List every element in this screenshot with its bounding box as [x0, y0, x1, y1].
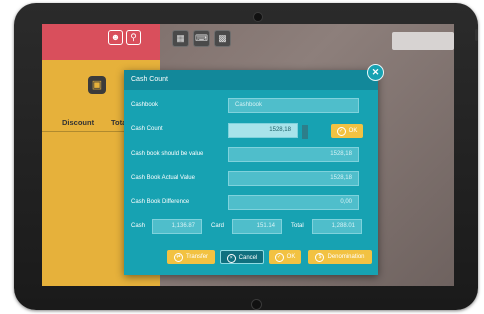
- search-icon[interactable]: ⚲: [126, 30, 141, 45]
- dialog-title: Cash Count: [124, 70, 378, 90]
- denomination-button[interactable]: $ Denomination: [308, 250, 372, 264]
- top-search-field[interactable]: [392, 32, 454, 50]
- actual-value-label: Cash Book Actual Value: [131, 175, 195, 181]
- cashbook-select[interactable]: Cashbook: [228, 98, 359, 113]
- difference-value: 0,00: [228, 195, 359, 210]
- cancel-button[interactable]: × Cancel: [220, 250, 264, 264]
- transfer-icon: ⇄: [173, 252, 183, 262]
- total-value: 1,288.01: [312, 219, 362, 234]
- difference-label: Cash Book Difference: [131, 199, 190, 205]
- transfer-button[interactable]: ⇄ Transfer: [167, 250, 215, 264]
- discount-column-header: Discount: [62, 118, 95, 127]
- cash-count-label: Cash Count: [131, 126, 163, 132]
- card-value: 151.14: [232, 219, 282, 234]
- camera: [253, 12, 263, 22]
- check-icon: ✓: [336, 126, 346, 136]
- total-label: Total: [291, 223, 304, 229]
- keyboard-icon[interactable]: ⌨: [193, 30, 210, 47]
- user-icon[interactable]: ☻: [108, 30, 123, 45]
- cash-count-ok-button[interactable]: ✓ OK: [331, 124, 363, 138]
- cash-label: Cash: [131, 223, 146, 229]
- close-icon[interactable]: ✕: [367, 64, 384, 81]
- clipboard-icon[interactable]: ▦: [172, 30, 189, 47]
- top-left-bar: ☻ ⚲: [42, 24, 160, 60]
- actual-value: 1528,18: [228, 171, 359, 186]
- register-icon[interactable]: ▣: [88, 76, 106, 94]
- input-indicator: [302, 125, 308, 139]
- should-be-label: Cash book should be value: [131, 151, 204, 157]
- check-icon: ✓: [274, 252, 284, 262]
- card-label: Card: [211, 223, 225, 229]
- cash-value: 1,136.87: [152, 219, 202, 234]
- ok-button[interactable]: ✓ OK: [269, 250, 301, 264]
- side-button: [475, 29, 478, 41]
- cancel-icon: ×: [226, 253, 236, 263]
- should-be-value: 1528,18: [228, 147, 359, 162]
- money-icon: $: [315, 252, 325, 262]
- cash-count-input[interactable]: 1528,18: [228, 123, 298, 138]
- cash-count-dialog: Cash Count Cashbook Cashbook Cash Count …: [124, 70, 378, 275]
- home-button: [251, 299, 262, 310]
- database-icon[interactable]: ▩: [214, 30, 231, 47]
- cashbook-label: Cashbook: [131, 102, 159, 108]
- app-screen: ☻ ⚲ ▣ Discount Total ▦ ⌨ ▩ Cash Count Ca…: [42, 24, 454, 286]
